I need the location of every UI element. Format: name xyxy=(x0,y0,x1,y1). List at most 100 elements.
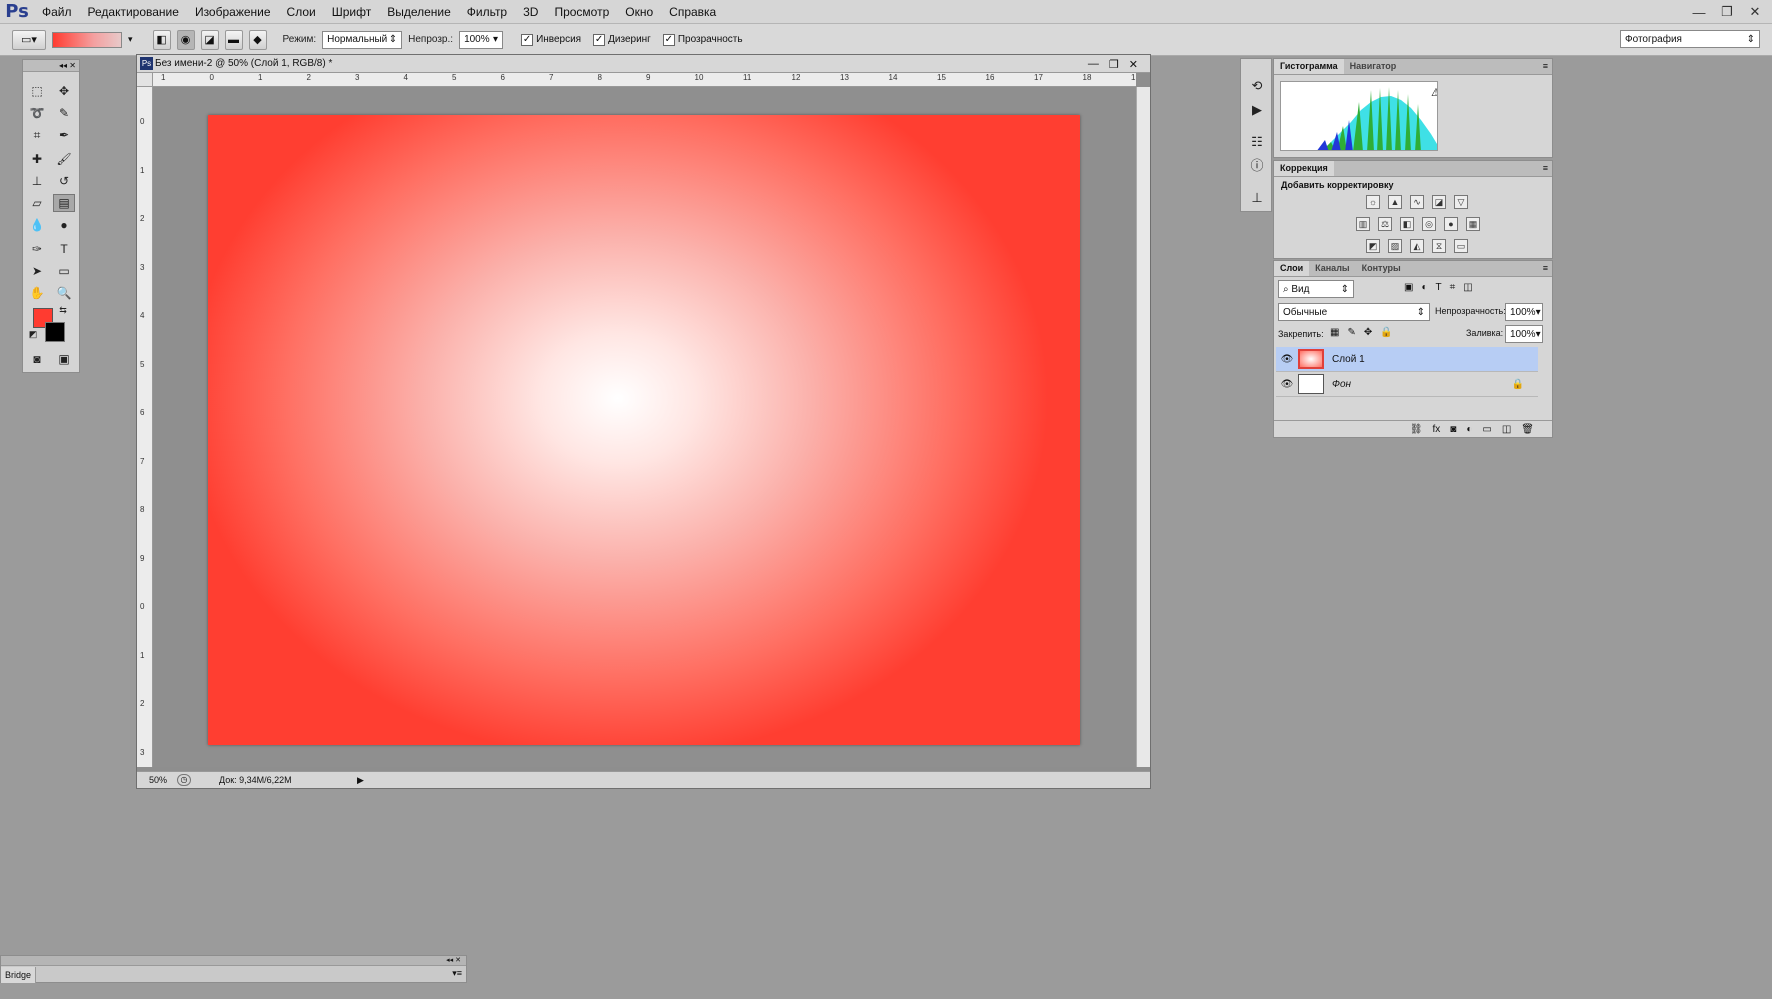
exposure-icon[interactable]: ◪ xyxy=(1432,195,1446,209)
gradient-tool-icon[interactable]: ▤ xyxy=(53,194,75,212)
status-menu-arrow-icon[interactable]: ▶ xyxy=(357,775,364,786)
tab-navigator[interactable]: Навигатор xyxy=(1344,59,1403,74)
vertical-scrollbar[interactable] xyxy=(1136,87,1150,767)
quick-selection-tool-icon[interactable]: ✎ xyxy=(53,104,75,122)
crop-tool-icon[interactable]: ⌗ xyxy=(26,126,48,144)
zoom-field[interactable]: 50% xyxy=(137,775,177,785)
eraser-tool-icon[interactable]: ▱ xyxy=(26,194,48,212)
clone-stamp-tool-icon[interactable]: ⊥ xyxy=(26,172,48,190)
gradient-picker-arrow-icon[interactable]: ▾ xyxy=(128,34,133,45)
marquee-tool-icon[interactable]: ⬚ xyxy=(26,82,48,100)
lock-all-icon[interactable]: 🔒 xyxy=(1380,327,1392,338)
invert-icon[interactable]: ◩ xyxy=(1366,239,1380,253)
link-layers-icon[interactable]: ⛓ xyxy=(1410,424,1423,435)
bridge-panel-header[interactable]: ◂◂ ✕ xyxy=(1,956,466,966)
type-tool-icon[interactable]: T xyxy=(53,240,75,258)
ruler-origin[interactable] xyxy=(137,73,153,87)
reverse-option[interactable]: ✓ Инверсия xyxy=(521,33,581,46)
lock-pixels-icon[interactable]: ✎ xyxy=(1347,327,1355,338)
menu-window[interactable]: Окно xyxy=(617,0,661,24)
threshold-icon[interactable]: ◭ xyxy=(1410,239,1424,253)
panel-menu-icon[interactable]: ≡ xyxy=(1543,59,1552,74)
eyedropper-tool-icon[interactable]: ✒ xyxy=(53,126,75,144)
brush-tool-icon[interactable]: 🖌 xyxy=(53,150,75,168)
visibility-eye-icon[interactable]: 👁 xyxy=(1276,379,1298,390)
reverse-checkbox[interactable]: ✓ xyxy=(521,33,534,46)
path-selection-tool-icon[interactable]: ➤ xyxy=(26,262,48,280)
menu-type[interactable]: Шрифт xyxy=(324,0,379,24)
layer-name[interactable]: Слой 1 xyxy=(1332,354,1365,365)
new-adjustment-layer-icon[interactable]: ◐ xyxy=(1466,424,1472,435)
levels-icon[interactable]: ▲ xyxy=(1388,195,1402,209)
transparency-option[interactable]: ✓ Прозрачность xyxy=(662,33,743,46)
minimize-button[interactable]: — xyxy=(1690,5,1708,20)
diamond-gradient-button[interactable]: ◆ xyxy=(248,29,267,50)
color-balance-icon[interactable]: ⚖ xyxy=(1378,217,1392,231)
radial-gradient-button[interactable]: ◉ xyxy=(176,29,195,50)
layer-row[interactable]: 👁 Фон 🔒 xyxy=(1276,372,1538,397)
dodge-tool-icon[interactable]: ● xyxy=(53,216,75,234)
image-canvas[interactable] xyxy=(208,115,1080,745)
restore-button[interactable]: ❐ xyxy=(1718,4,1736,20)
layer-filter-select[interactable]: ⌕ Вид ⇕ xyxy=(1278,280,1354,298)
move-tool-icon[interactable]: ✥ xyxy=(53,82,75,100)
lasso-tool-icon[interactable]: ➰ xyxy=(26,104,48,122)
status-options-icon[interactable]: ◷ xyxy=(177,774,191,786)
close-button[interactable]: ✕ xyxy=(1746,4,1764,20)
transparency-checkbox[interactable]: ✓ xyxy=(662,33,675,46)
blend-mode-select[interactable]: Обычные ⇕ xyxy=(1278,303,1430,321)
menu-layers[interactable]: Слои xyxy=(279,0,324,24)
menu-file[interactable]: Файл xyxy=(34,0,80,24)
horizontal-ruler[interactable]: 1 0 1 2 3 4 5 6 7 8 9 10 11 12 13 14 15 16 17 18 1 xyxy=(153,73,1136,87)
canvas-area[interactable] xyxy=(153,87,1136,767)
background-color-swatch[interactable] xyxy=(45,322,65,342)
layer-style-icon[interactable]: fx xyxy=(1433,424,1441,435)
document-title-bar[interactable]: Ps Без имени-2 @ 50% (Слой 1, RGB/8) * —… xyxy=(137,55,1150,73)
gradient-preview[interactable] xyxy=(52,31,122,48)
selective-color-icon[interactable]: ⧖ xyxy=(1432,239,1446,253)
tab-channels[interactable]: Каналы xyxy=(1309,261,1355,276)
layer-name[interactable]: Фон xyxy=(1332,379,1351,390)
delete-layer-icon[interactable]: 🗑 xyxy=(1521,424,1534,435)
opacity-field[interactable]: 100% ▾ xyxy=(459,30,504,49)
angle-gradient-button[interactable]: ◪ xyxy=(200,29,219,50)
vertical-ruler[interactable]: 0 1 2 3 4 5 6 7 8 9 0 1 2 3 xyxy=(137,87,153,767)
menu-help[interactable]: Справка xyxy=(661,0,724,24)
doc-close-button[interactable]: ✕ xyxy=(1129,58,1138,71)
linear-gradient-button[interactable]: ◧ xyxy=(152,29,171,50)
hand-tool-icon[interactable]: ✋ xyxy=(26,284,48,302)
quick-mask-icon[interactable]: ◙ xyxy=(26,350,48,368)
tab-paths[interactable]: Контуры xyxy=(1356,261,1407,276)
lock-position-icon[interactable]: ✥ xyxy=(1364,327,1372,338)
tab-adjustments[interactable]: Коррекция xyxy=(1274,161,1334,176)
new-group-icon[interactable]: ▭ xyxy=(1482,424,1491,435)
screen-mode-icon[interactable]: ▣ xyxy=(53,350,75,368)
menu-select[interactable]: Выделение xyxy=(379,0,459,24)
curves-icon[interactable]: ∿ xyxy=(1410,195,1424,209)
bridge-tab[interactable]: Bridge xyxy=(1,967,37,983)
layer-row[interactable]: 👁 Слой 1 xyxy=(1276,347,1538,372)
info-panel-icon[interactable]: ⓘ xyxy=(1248,157,1266,175)
type-filter-icon[interactable]: T xyxy=(1436,282,1442,293)
rectangle-tool-icon[interactable]: ▭ xyxy=(53,262,75,280)
visibility-eye-icon[interactable]: 👁 xyxy=(1276,354,1298,365)
adjustment-filter-icon[interactable]: ◐ xyxy=(1421,282,1427,293)
healing-brush-tool-icon[interactable]: ✚ xyxy=(26,150,48,168)
tab-histogram[interactable]: Гистограмма xyxy=(1274,59,1344,74)
doc-restore-button[interactable]: ❐ xyxy=(1109,58,1119,71)
color-lookup-icon[interactable]: ▦ xyxy=(1466,217,1480,231)
menu-view[interactable]: Просмотр xyxy=(546,0,617,24)
photo-filter-icon[interactable]: ◎ xyxy=(1422,217,1436,231)
panel-menu-icon[interactable]: ≡ xyxy=(1543,261,1552,276)
lock-transparency-icon[interactable]: ▦ xyxy=(1330,327,1339,338)
fill-field[interactable]: 100% ▾ xyxy=(1505,325,1543,343)
panel-menu-icon[interactable]: ≡ xyxy=(1543,161,1552,176)
new-layer-icon[interactable]: ◫ xyxy=(1502,424,1511,435)
reflected-gradient-button[interactable]: ▬ xyxy=(224,29,243,50)
add-mask-icon[interactable]: ◙ xyxy=(1450,424,1456,435)
properties-panel-icon[interactable]: ☷ xyxy=(1248,133,1266,151)
tools-panel-header[interactable]: ◂◂ ✕ xyxy=(23,60,79,72)
shape-filter-icon[interactable]: ⌗ xyxy=(1450,282,1456,293)
vibrance-icon[interactable]: ▽ xyxy=(1454,195,1468,209)
default-colors-icon[interactable]: ◩ xyxy=(27,328,39,340)
